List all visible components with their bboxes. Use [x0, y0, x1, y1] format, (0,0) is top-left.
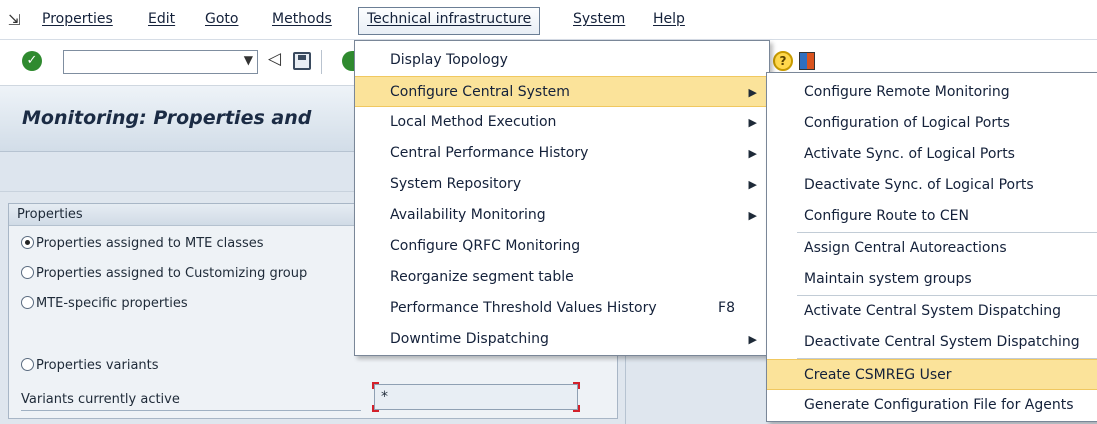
menu-goto[interactable]: Goto: [205, 11, 238, 27]
menu-item-label: Generate Configuration File for Agents: [804, 397, 1074, 413]
menu-properties[interactable]: Properties: [42, 11, 113, 27]
menu-item-activate-sync-logical-ports[interactable]: Activate Sync. of Logical Ports: [767, 139, 1097, 170]
menu-item-label: Deactivate Sync. of Logical Ports: [804, 177, 1034, 193]
menu-item-label: Maintain system groups: [804, 271, 972, 287]
back-icon[interactable]: ◁: [268, 49, 281, 69]
menu-item-assign-central-autoreactions[interactable]: Assign Central Autoreactions: [767, 233, 1097, 264]
submenu-arrow-icon: ▶: [748, 209, 757, 222]
menu-item-performance-threshold-history[interactable]: Performance Threshold Values History F8: [355, 293, 769, 324]
menu-technical-infrastructure[interactable]: Technical infrastructure: [358, 7, 541, 35]
radio-button[interactable]: [21, 266, 34, 279]
menu-item-configure-qrfc-monitoring[interactable]: Configure QRFC Monitoring: [355, 231, 769, 262]
menu-item-configure-remote-monitoring[interactable]: Configure Remote Monitoring: [767, 77, 1097, 108]
menu-help[interactable]: Help: [653, 11, 685, 27]
menu-item-maintain-system-groups[interactable]: Maintain system groups: [767, 264, 1097, 295]
menu-edit[interactable]: Edit: [148, 11, 175, 27]
menu-item-label: Configure Central System: [390, 84, 570, 100]
menu-item-display-topology[interactable]: Display Topology: [355, 45, 769, 76]
menu-item-deactivate-central-dispatching[interactable]: Deactivate Central System Dispatching: [767, 327, 1097, 358]
menu-item-label: Activate Sync. of Logical Ports: [804, 146, 1015, 162]
submenu-arrow-icon: ▶: [748, 178, 757, 191]
radio-label: MTE-specific properties: [36, 296, 188, 311]
radio-mte-classes[interactable]: Properties assigned to MTE classes: [21, 236, 264, 251]
menu-item-label: Deactivate Central System Dispatching: [804, 334, 1080, 350]
menu-item-label: Local Method Execution: [390, 114, 557, 130]
menu-item-label: Configuration of Logical Ports: [804, 115, 1010, 131]
menu-item-label: Configure Route to CEN: [804, 208, 969, 224]
menu-item-shortcut: F8: [718, 300, 735, 316]
menu-item-generate-config-file-agents[interactable]: Generate Configuration File for Agents: [767, 390, 1097, 421]
technical-infrastructure-menu: Display Topology Configure Central Syste…: [354, 40, 770, 356]
radio-label: Properties assigned to MTE classes: [36, 236, 264, 251]
radio-properties-variants[interactable]: Properties variants: [21, 358, 159, 373]
menu-item-label: Assign Central Autoreactions: [804, 240, 1007, 256]
exit-menu-icon[interactable]: ⇲: [8, 11, 21, 29]
required-corner: [372, 382, 379, 389]
menu-item-label: Create CSMREG User: [804, 367, 952, 383]
submenu-arrow-icon: ▶: [748, 147, 757, 160]
configure-central-system-submenu: Configure Remote Monitoring Configuratio…: [766, 72, 1097, 422]
menu-item-label: Downtime Dispatching: [390, 331, 549, 347]
variants-active-field[interactable]: *: [372, 382, 580, 412]
required-corner: [573, 382, 580, 389]
toolbar-separator: [321, 50, 322, 74]
variants-underline: [21, 410, 361, 411]
radio-customizing-group[interactable]: Properties assigned to Customizing group: [21, 266, 307, 281]
radio-button[interactable]: [21, 236, 34, 249]
command-field[interactable]: ▼: [63, 50, 258, 74]
menu-item-label: Availability Monitoring: [390, 207, 546, 223]
menu-item-label: Display Topology: [390, 52, 508, 68]
menu-bar: ⇲ Properties Edit Goto Methods Technical…: [0, 0, 1097, 40]
menu-item-deactivate-sync-logical-ports[interactable]: Deactivate Sync. of Logical Ports: [767, 170, 1097, 201]
menu-item-system-repository[interactable]: System Repository ▶: [355, 169, 769, 200]
menu-item-label: Central Performance History: [390, 145, 589, 161]
menu-item-label: Configure QRFC Monitoring: [390, 238, 581, 254]
chevron-down-icon[interactable]: ▼: [244, 53, 253, 67]
menu-item-label: System Repository: [390, 176, 522, 192]
menu-item-create-csmreg-user[interactable]: Create CSMREG User: [767, 359, 1097, 390]
menu-system[interactable]: System: [573, 11, 625, 27]
menu-item-label: Activate Central System Dispatching: [804, 303, 1062, 319]
menu-item-configure-route-to-cen[interactable]: Configure Route to CEN: [767, 201, 1097, 232]
variants-active-label: Variants currently active: [21, 392, 180, 407]
menu-item-label: Reorganize segment table: [390, 269, 574, 285]
menu-item-reorganize-segment-table[interactable]: Reorganize segment table: [355, 262, 769, 293]
radio-button[interactable]: [21, 296, 34, 309]
menu-item-configure-central-system[interactable]: Configure Central System ▶: [355, 76, 769, 107]
menu-item-activate-central-dispatching[interactable]: Activate Central System Dispatching: [767, 296, 1097, 327]
submenu-arrow-icon: ▶: [748, 86, 757, 99]
submenu-arrow-icon: ▶: [748, 116, 757, 129]
help-icon[interactable]: ?: [773, 51, 793, 71]
required-corner: [573, 405, 580, 412]
enter-check-icon[interactable]: ✓: [22, 51, 42, 71]
menu-methods[interactable]: Methods: [272, 11, 332, 27]
radio-button[interactable]: [21, 358, 34, 371]
radio-label: Properties variants: [36, 358, 159, 373]
submenu-arrow-icon: ▶: [748, 333, 757, 346]
save-icon[interactable]: [293, 52, 311, 70]
layout-icon[interactable]: [799, 52, 815, 70]
radio-mte-specific[interactable]: MTE-specific properties: [21, 296, 188, 311]
variants-active-value: *: [381, 389, 388, 405]
menu-item-central-performance-history[interactable]: Central Performance History ▶: [355, 138, 769, 169]
menu-item-configuration-logical-ports[interactable]: Configuration of Logical Ports: [767, 108, 1097, 139]
menu-item-local-method-execution[interactable]: Local Method Execution ▶: [355, 107, 769, 138]
menu-item-label: Performance Threshold Values History: [390, 300, 657, 316]
menu-item-label: Configure Remote Monitoring: [804, 84, 1010, 100]
radio-label: Properties assigned to Customizing group: [36, 266, 308, 281]
page-title: Monitoring: Properties and: [22, 107, 312, 129]
required-corner: [372, 405, 379, 412]
menu-item-availability-monitoring[interactable]: Availability Monitoring ▶: [355, 200, 769, 231]
menu-item-downtime-dispatching[interactable]: Downtime Dispatching ▶: [355, 324, 769, 355]
